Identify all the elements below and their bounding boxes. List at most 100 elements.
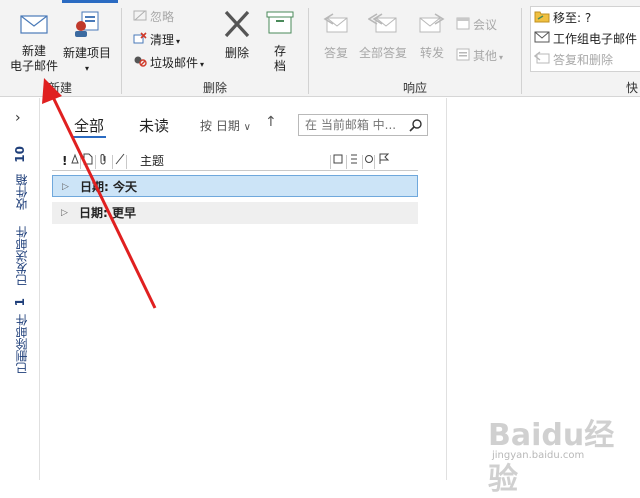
col-importance[interactable]: ! <box>62 153 67 170</box>
new-item-icon <box>60 10 114 42</box>
archive-label: 存 档 <box>273 44 286 73</box>
delete-button[interactable]: 删除 <box>218 10 256 61</box>
col-attachment-icon[interactable] <box>98 153 108 170</box>
more-respond-button[interactable]: 其他 ▾ <box>456 47 503 65</box>
delete-label: 删除 <box>224 46 249 60</box>
expand-folder-pane-chevron-icon[interactable]: › <box>15 110 21 126</box>
new-email-button[interactable]: 新建 电子邮件 <box>6 12 62 74</box>
reply-button[interactable]: 答复 <box>318 10 354 61</box>
new-item-label: 新建项目 <box>62 46 111 60</box>
search-box[interactable] <box>298 114 428 136</box>
more-respond-label: 其他 <box>473 49 498 63</box>
clean-up-icon <box>133 31 147 50</box>
junk-label: 垃圾邮件 <box>150 56 199 70</box>
filter-unread-tab[interactable]: 未读 <box>139 115 169 136</box>
reply-delete-icon <box>533 51 550 70</box>
forward-icon <box>414 10 450 42</box>
move-to-label: 移至: ? <box>553 11 592 25</box>
folder-sent[interactable]: 已发送邮件 <box>13 226 30 286</box>
deleted-unread-count: 1 <box>13 298 27 307</box>
filter-all-underline <box>72 136 106 138</box>
team-email-icon <box>534 30 550 49</box>
expand-triangle-icon[interactable]: ▷ <box>61 202 68 224</box>
reply-all-icon <box>356 10 410 42</box>
quick-step-team-email[interactable]: 工作组电子邮件 <box>534 30 637 48</box>
forward-button[interactable]: 转发 <box>414 10 450 61</box>
active-tab-indicator <box>62 0 118 3</box>
group-header-today[interactable]: ▷ 日期: 今天 <box>52 175 418 197</box>
column-separator <box>112 155 113 169</box>
new-email-icon <box>6 12 62 40</box>
folder-deleted[interactable]: 已删除邮件 <box>13 314 30 374</box>
clean-up-dropdown-icon[interactable]: ▾ <box>176 37 180 46</box>
column-separator <box>95 155 96 169</box>
column-separator <box>126 155 127 169</box>
junk-button[interactable]: 垃圾邮件 ▾ <box>133 54 204 72</box>
more-respond-dropdown-icon[interactable]: ▾ <box>499 53 503 62</box>
archive-button[interactable]: 存 档 <box>261 10 299 74</box>
junk-dropdown-icon[interactable]: ▾ <box>200 60 204 69</box>
new-email-label: 新建 电子邮件 <box>9 44 58 73</box>
folder-pane-collapsed: › 10 收件箱 已发送邮件 1 已删除邮件 <box>0 98 40 480</box>
reply-all-label: 全部答复 <box>358 46 407 60</box>
sort-direction-arrow-icon[interactable]: ↑ <box>265 114 277 130</box>
column-separator <box>80 155 81 169</box>
search-icon[interactable] <box>409 118 423 135</box>
watermark-url-text: jingyan.baidu.com <box>492 450 585 461</box>
filter-all-tab[interactable]: 全部 <box>74 115 104 136</box>
column-separator <box>362 155 363 169</box>
quick-step-move-to[interactable]: 移至: ? <box>534 9 591 27</box>
reply-label: 答复 <box>323 46 348 60</box>
column-separator <box>346 155 347 169</box>
more-respond-icon <box>456 47 470 66</box>
ribbon: 新建 电子邮件 新建项目 ▾ 新建 忽略 清理 ▾ 垃圾邮件 ▾ 删除 存 档 删除… <box>0 0 640 97</box>
col-reminder-icon[interactable] <box>70 153 80 170</box>
archive-icon <box>261 10 299 40</box>
group-label-quick-steps: 快 <box>626 81 639 95</box>
ignore-button[interactable]: 忽略 <box>133 8 174 26</box>
message-list-pane: 全部 未读 按 日期 ∨ ↑ ! 主题 ▷ 日期: 今天 ▷ 日期: 更早 <box>52 98 446 480</box>
ignore-label: 忽略 <box>150 10 175 24</box>
sort-chevron-down-icon: ∨ <box>243 122 251 133</box>
group-label-new: 新建 <box>47 81 72 95</box>
meeting-icon <box>456 16 470 35</box>
group-label-older: 日期: 更早 <box>79 206 136 220</box>
group-label-respond: 响应 <box>402 81 427 95</box>
column-separator <box>374 155 375 169</box>
column-header-row: ! 主题 <box>52 153 418 171</box>
col-item-type-icon[interactable] <box>83 153 93 170</box>
reply-icon <box>318 10 354 42</box>
reply-delete-label: 答复和删除 <box>553 53 614 67</box>
delete-x-icon <box>218 10 256 42</box>
sort-label: 按 日期 <box>200 119 240 133</box>
folder-arrow-icon <box>534 9 550 28</box>
col-received-icon[interactable] <box>333 153 343 170</box>
col-mention-icon[interactable] <box>364 153 374 170</box>
new-item-dropdown-icon[interactable]: ▾ <box>60 61 114 76</box>
forward-label: 转发 <box>419 46 444 60</box>
quick-step-reply-delete[interactable]: 答复和删除 <box>533 51 614 70</box>
folder-inbox[interactable]: 收件箱 <box>13 174 30 210</box>
expand-triangle-icon[interactable]: ▷ <box>62 176 69 198</box>
meeting-label: 会议 <box>473 18 498 32</box>
new-item-button[interactable]: 新建项目 ▾ <box>60 10 114 76</box>
col-size-icon[interactable] <box>349 153 359 170</box>
col-flag-icon[interactable] <box>378 153 390 170</box>
separator <box>308 8 309 94</box>
sort-by-date-dropdown[interactable]: 按 日期 ∨ <box>200 117 251 134</box>
group-label-today: 日期: 今天 <box>80 180 137 194</box>
baidu-watermark: Baidu经验 jingyan.baidu.com <box>488 410 638 497</box>
clean-up-label: 清理 <box>150 33 175 47</box>
inbox-unread-count: 10 <box>13 146 27 163</box>
meeting-button[interactable]: 会议 <box>456 16 497 34</box>
col-subject[interactable]: 主题 <box>140 153 164 170</box>
clean-up-button[interactable]: 清理 ▾ <box>133 31 180 49</box>
group-label-delete: 删除 <box>202 81 227 95</box>
group-header-older[interactable]: ▷ 日期: 更早 <box>52 202 418 224</box>
reply-all-button[interactable]: 全部答复 <box>356 10 410 61</box>
separator <box>521 8 522 94</box>
column-separator <box>330 155 331 169</box>
search-input[interactable] <box>299 115 399 135</box>
team-email-label: 工作组电子邮件 <box>553 32 638 46</box>
col-category-icon[interactable] <box>115 153 125 170</box>
